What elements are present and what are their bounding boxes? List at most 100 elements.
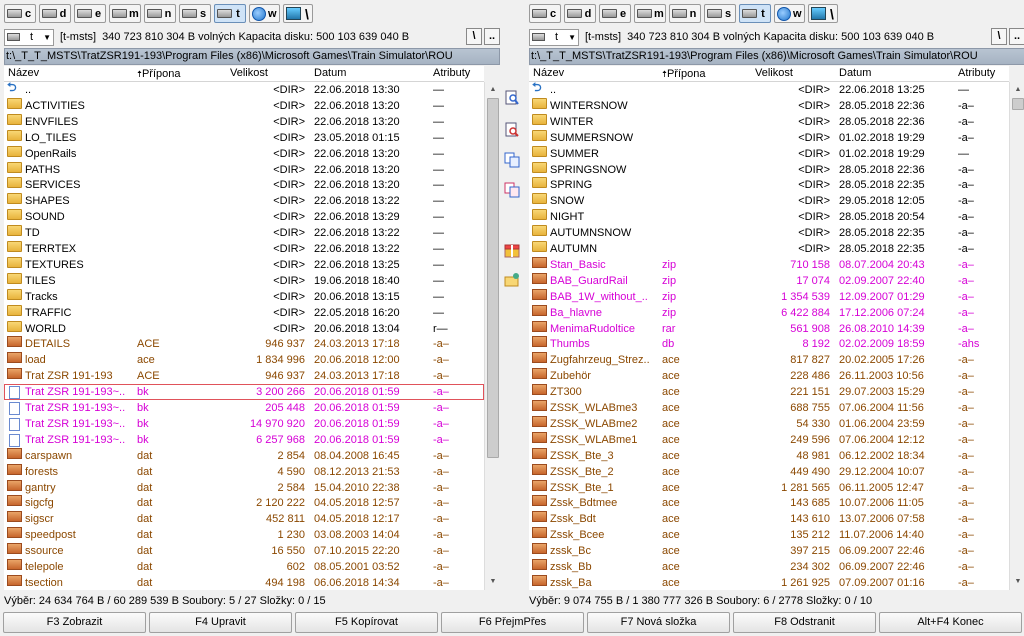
file-row[interactable]: ZSSK_WLABme3 ace 688 755 07.06.2004 11:56 -a…	[529, 400, 1009, 416]
column-header-size[interactable]: Velikost	[755, 67, 793, 79]
scroll-thumb[interactable]	[1012, 98, 1024, 110]
file-row[interactable]: forests dat 4 590 08.12.2013 21:53 -a–	[4, 463, 484, 480]
file-row[interactable]: tsection dat 494 198 06.06.2018 14:34 -a–	[4, 574, 484, 590]
vertical-scrollbar[interactable]: ▲ ▼	[484, 82, 500, 590]
file-list[interactable]: ⮌.. <DIR> 22.06.2018 13:30 — ACTIVITIES <DIR>…	[4, 82, 484, 590]
drive-select[interactable]: t ▼	[529, 28, 579, 46]
find-file-icon[interactable]	[504, 122, 520, 138]
root-button[interactable]: \	[466, 28, 482, 45]
file-row[interactable]: OpenRails <DIR> 22.06.2018 13:20 —	[4, 145, 484, 162]
file-row[interactable]: DETAILS ACE 946 937 24.03.2013 17:18 -a–	[4, 336, 484, 352]
drive-button-w[interactable]: w	[774, 4, 805, 23]
file-row[interactable]: zssk_Ba ace 1 261 925 07.09.2007 01:16 -a–	[529, 574, 1009, 590]
drive-button-n[interactable]: n	[669, 4, 701, 23]
file-row[interactable]: Zssk_Bdt ace 143 610 13.07.2006 07:58 -a–	[529, 511, 1009, 527]
file-row[interactable]: SOUND <DIR> 22.06.2018 13:29 —	[4, 209, 484, 225]
file-row[interactable]: SHAPES <DIR> 22.06.2018 13:22 —	[4, 193, 484, 209]
file-row[interactable]: MenimaRudoltice rar 561 908 26.08.2010 14:3…	[529, 320, 1009, 337]
file-row[interactable]: ⮌.. <DIR> 22.06.2018 13:25 —	[529, 82, 1009, 98]
file-row[interactable]: SERVICES <DIR> 22.06.2018 13:20 —	[4, 177, 484, 193]
scroll-thumb[interactable]	[487, 98, 499, 458]
package-icon[interactable]	[504, 242, 520, 258]
up-button[interactable]: ..	[484, 28, 500, 45]
file-row[interactable]: Trat ZSR 191-193 ACE 946 937 24.03.2013 17:…	[4, 368, 484, 384]
file-row[interactable]: sigcfg dat 2 120 222 04.05.2018 12:57 -a–	[4, 495, 484, 511]
drive-button-t[interactable]: t	[739, 4, 771, 23]
column-header-name[interactable]: Název	[8, 67, 39, 79]
drive-button-n[interactable]: n	[144, 4, 176, 23]
file-row[interactable]: TRAFFIC <DIR> 22.05.2018 16:20 —	[4, 304, 484, 321]
file-row[interactable]: Zugfahrzeug_Strez.. ace 817 827 20.02.2005 …	[529, 352, 1009, 368]
file-row[interactable]: BAB_GuardRail zip 17 074 02.09.2007 22:40 -a…	[529, 272, 1009, 289]
drive-button-c[interactable]: c	[529, 4, 561, 23]
copy-icon[interactable]	[504, 152, 520, 168]
drive-button-e[interactable]: e	[74, 4, 106, 23]
fkey-button-4[interactable]: F4 Upravit	[149, 612, 292, 633]
file-row[interactable]: telepole dat 602 08.05.2001 03:52 -a–	[4, 559, 484, 575]
file-row[interactable]: SNOW <DIR> 29.05.2018 12:05 -a–	[529, 193, 1009, 209]
file-row[interactable]: ZSSK_Bte_2 ace 449 490 29.12.2004 10:07 -a–	[529, 463, 1009, 480]
scroll-down-icon[interactable]: ▼	[1010, 574, 1024, 590]
file-list[interactable]: ⮌.. <DIR> 22.06.2018 13:25— WINTERSNOW <DIR>…	[529, 82, 1009, 590]
vertical-scrollbar[interactable]: ▲ ▼	[1009, 82, 1024, 590]
file-row[interactable]: load ace 1 834 996 20.06.2018 12:00 -a–	[4, 352, 484, 368]
drive-button-s[interactable]: s	[704, 4, 736, 23]
file-row[interactable]: SPRINGSNOW <DIR> 28.05.2018 22:36 -a–	[529, 161, 1009, 178]
drive-button-s[interactable]: s	[179, 4, 211, 23]
fkey-button-9[interactable]: Alt+F4 Konec	[879, 612, 1022, 633]
root-button[interactable]: \	[991, 28, 1007, 45]
file-row[interactable]: ZSSK_WLABme2 ace 54 330 01.06.2004 23:59 -a–	[529, 415, 1009, 432]
file-row[interactable]: gantry dat 2 584 15.04.2010 22:38 -a–	[4, 479, 484, 496]
file-row[interactable]: SUMMERSNOW <DIR> 01.02.2018 19:29 -a–	[529, 129, 1009, 146]
column-header-ext[interactable]: 🠅Přípona	[137, 67, 180, 83]
file-row[interactable]: BAB_1W_without_.. zip 1 354 539 12.09.2007 …	[529, 288, 1009, 305]
file-row[interactable]: Trat ZSR 191-193~.. bk 6 257 968 20.06.2018…	[4, 432, 484, 448]
file-row[interactable]: zssk_Bc ace 397 215 06.09.2007 22:46 -a–	[529, 543, 1009, 559]
file-row[interactable]: ZSSK_Bte_3 ace 48 981 06.12.2002 18:34 -a–	[529, 447, 1009, 464]
scroll-up-icon[interactable]: ▲	[485, 82, 501, 98]
file-row[interactable]: ACTIVITIES <DIR> 22.06.2018 13:20 —	[4, 97, 484, 114]
file-row[interactable]: Stan_Basic zip 710 158 08.07.2004 20:43 -a–	[529, 256, 1009, 273]
file-row[interactable]: TILES <DIR> 19.06.2018 18:40 —	[4, 272, 484, 289]
drive-select[interactable]: t ▼	[4, 28, 54, 46]
file-row[interactable]: SUMMER <DIR> 01.02.2018 19:29 —	[529, 145, 1009, 162]
file-row[interactable]: carspawn dat 2 854 08.04.2008 16:45 -a–	[4, 447, 484, 464]
file-row[interactable]: Trat ZSR 191-193~.. bk 3 200 266 20.06.2018…	[4, 384, 484, 401]
file-row[interactable]: PATHS <DIR> 22.06.2018 13:20 —	[4, 161, 484, 178]
file-row[interactable]: WINTER <DIR> 28.05.2018 22:36 -a–	[529, 113, 1009, 130]
search-icon[interactable]	[504, 90, 520, 106]
column-header-ext[interactable]: 🠅Přípona	[662, 67, 705, 83]
scroll-down-icon[interactable]: ▼	[485, 574, 501, 590]
fkey-button-6[interactable]: F6 PřejmPřes	[441, 612, 584, 633]
file-row[interactable]: Zssk_Bcee ace 135 212 11.07.2006 14:40 -a–	[529, 527, 1009, 543]
file-row[interactable]: ⮌.. <DIR> 22.06.2018 13:30 —	[4, 82, 484, 98]
file-row[interactable]: NIGHT <DIR> 28.05.2018 20:54 -a–	[529, 209, 1009, 225]
fkey-button-3[interactable]: F3 Zobrazit	[3, 612, 146, 633]
drive-button-w[interactable]: w	[249, 4, 280, 23]
move-icon[interactable]	[504, 182, 520, 198]
fkey-button-8[interactable]: F8 Odstranit	[733, 612, 876, 633]
fkey-button-7[interactable]: F7 Nová složka	[587, 612, 730, 633]
path-bar[interactable]: t:\_T_T_MSTS\TratZSR191-193\Program File…	[4, 48, 500, 65]
file-row[interactable]: LO_TILES <DIR> 23.05.2018 01:15 —	[4, 129, 484, 146]
file-row[interactable]: Trat ZSR 191-193~.. bk 205 448 20.06.2018 0…	[4, 400, 484, 416]
file-row[interactable]: speedpost dat 1 230 03.08.2003 14:04 -a–	[4, 527, 484, 543]
file-row[interactable]: TD <DIR> 22.06.2018 13:22 —	[4, 225, 484, 241]
drive-button-m[interactable]: m	[634, 4, 666, 23]
column-header-size[interactable]: Velikost	[230, 67, 268, 79]
file-row[interactable]: Zssk_Bdtmee ace 143 685 10.07.2006 11:05 -a–	[529, 495, 1009, 511]
file-row[interactable]: Thumbs db 8 192 02.02.2009 18:59 -ahs	[529, 336, 1009, 352]
file-row[interactable]: Ba_hlavne zip 6 422 884 17.12.2006 07:24 -a–	[529, 304, 1009, 321]
drive-button-d[interactable]: d	[564, 4, 596, 23]
column-header-attr[interactable]: Atributy	[433, 67, 470, 79]
drive-button-c[interactable]: c	[4, 4, 36, 23]
file-row[interactable]: ZT300 ace 221 151 29.07.2003 15:29 -a–	[529, 384, 1009, 400]
drive-button-root[interactable]: \	[808, 4, 838, 23]
scroll-up-icon[interactable]: ▲	[1010, 82, 1024, 98]
file-row[interactable]: AUTUMN <DIR> 28.05.2018 22:35 -a–	[529, 241, 1009, 257]
file-row[interactable]: TEXTURES <DIR> 22.06.2018 13:25 —	[4, 256, 484, 273]
file-row[interactable]: Zubehör ace 228 486 26.11.2003 10:56 -a–	[529, 368, 1009, 384]
file-row[interactable]: ssource dat 16 550 07.10.2015 22:20 -a–	[4, 543, 484, 559]
file-row[interactable]: Tracks <DIR> 20.06.2018 13:15 —	[4, 288, 484, 305]
fkey-button-5[interactable]: F5 Kopírovat	[295, 612, 438, 633]
